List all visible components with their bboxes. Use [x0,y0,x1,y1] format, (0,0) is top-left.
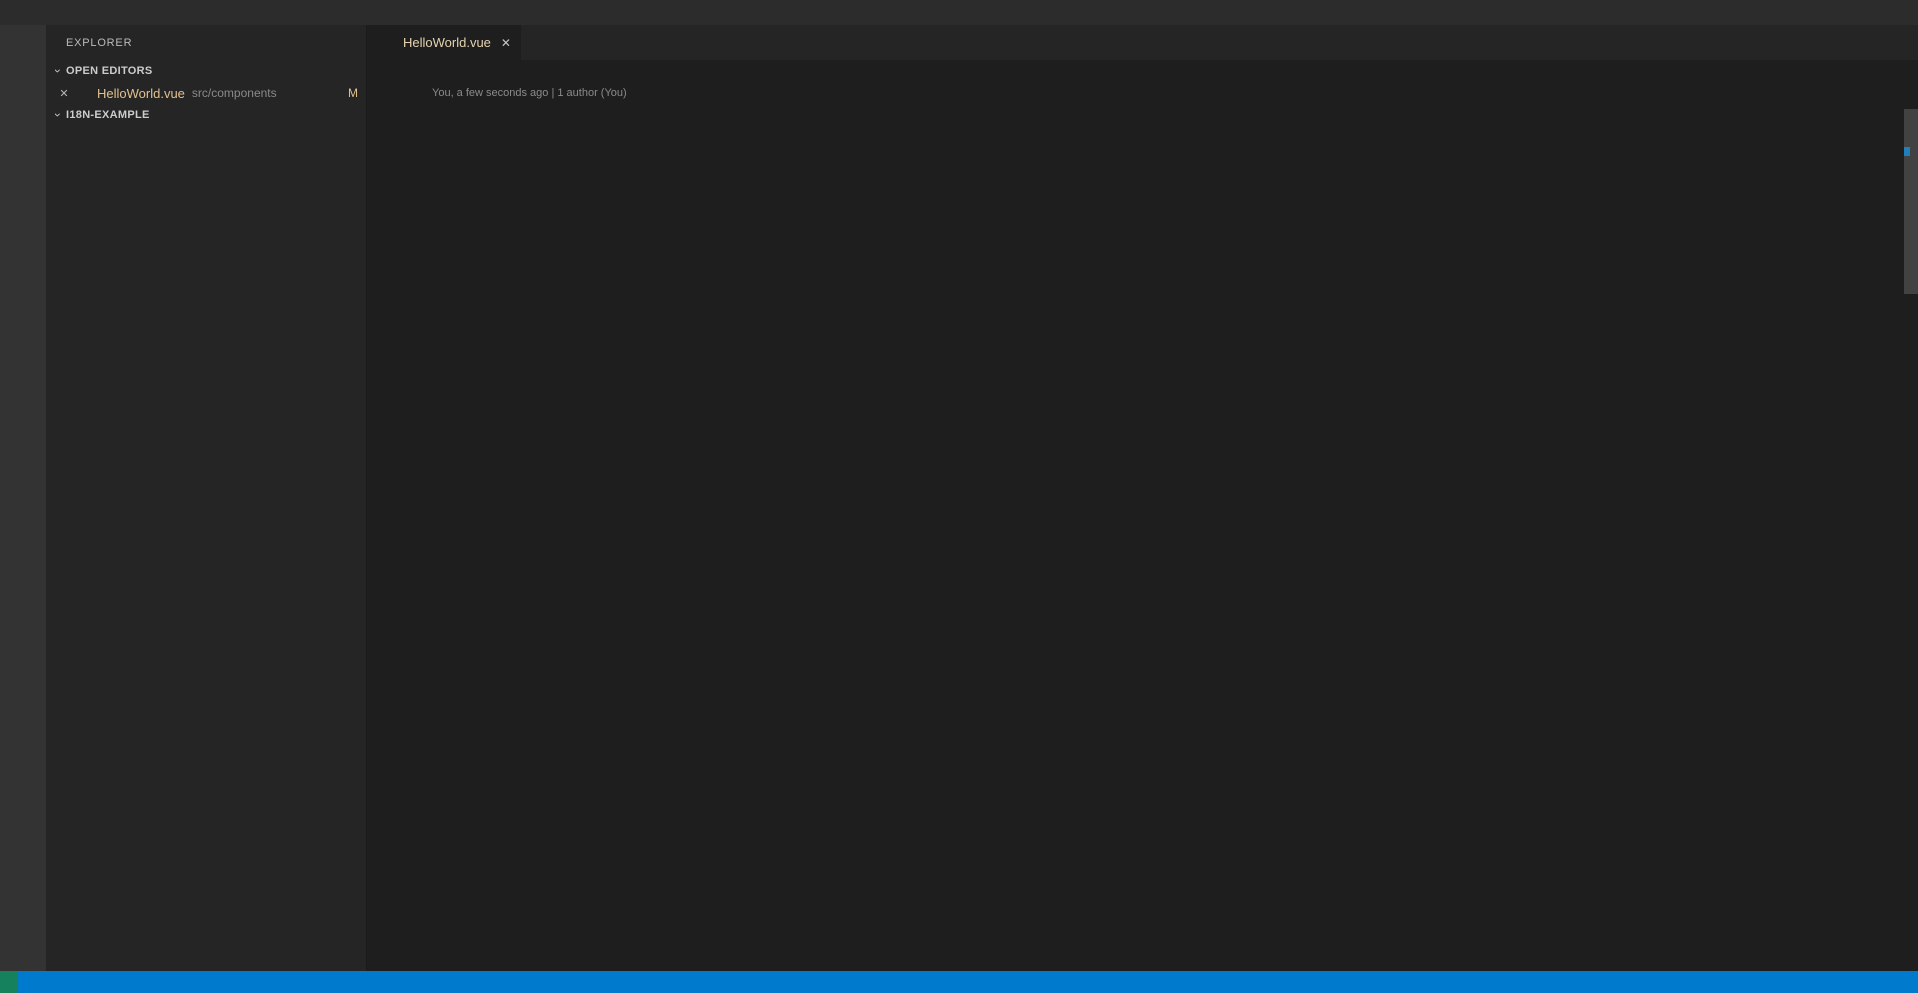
remote-indicator[interactable] [0,971,18,993]
git-modified-badge: M [348,86,358,100]
sidebar-explorer: EXPLORER › OPEN EDITORS ✕ HelloWorld.vue… [46,25,367,971]
activity-bar [0,25,46,971]
chevron-down-icon: › [51,68,65,74]
editor-group: HelloWorld.vue ✕ You, a few seconds ago … [367,25,1918,971]
tab-helloworld-vue[interactable]: HelloWorld.vue ✕ [367,25,522,60]
menu-bar [0,0,1918,25]
gitlens-authors-lens[interactable]: You, a few seconds ago | 1 author (You) [367,84,1918,102]
status-bar [0,971,1918,993]
project-root-header[interactable]: › I18N-EXAMPLE [46,104,366,126]
chevron-down-icon: › [51,112,65,118]
modified-overview-mark [1904,147,1910,156]
breadcrumb [367,60,1918,84]
close-icon[interactable]: ✕ [56,87,72,100]
tab-bar: HelloWorld.vue ✕ [367,25,1918,60]
explorer-title: EXPLORER [66,36,133,49]
scrollbar-thumb[interactable] [1904,109,1918,294]
open-editor-helloworld[interactable]: ✕ HelloWorld.vue src/components M [46,82,366,104]
open-editors-header[interactable]: › OPEN EDITORS [46,60,366,82]
code-editor[interactable]: You, a few seconds ago | 1 author (You) [367,84,1918,971]
tab-close-icon[interactable]: ✕ [501,36,511,50]
editor-actions [1908,25,1918,60]
editor-scrollbar[interactable] [1904,85,1918,971]
